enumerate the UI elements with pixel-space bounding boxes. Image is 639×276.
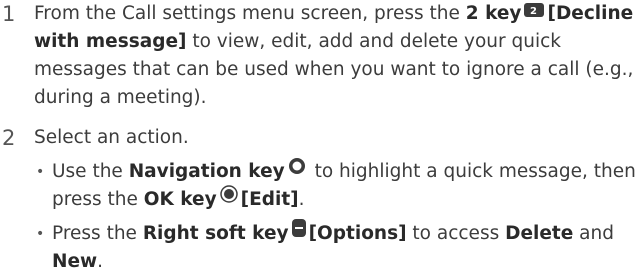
navigation-key-label: Navigation key	[128, 161, 285, 182]
instruction-document: 1 From the Call settings menu screen, pr…	[0, 0, 639, 276]
navigation-key-icon	[288, 156, 306, 184]
svg-text:2: 2	[530, 6, 537, 17]
list-item: • Use the Navigation key to highlight a …	[34, 158, 639, 214]
step-1-text: From the Call settings menu screen, pres…	[34, 0, 636, 112]
list-item: • Press the Right soft key [Options] to a…	[34, 218, 639, 276]
delete-label: Delete	[505, 223, 574, 244]
step-number: 1	[2, 2, 16, 26]
ok-key-label: OK key	[143, 189, 217, 210]
options-label: [Options]	[308, 223, 407, 244]
step-number: 2	[2, 126, 16, 150]
step-2: 2 Select an action.	[0, 124, 639, 152]
new-label: New	[52, 251, 98, 272]
step-1: 1 From the Call settings menu screen, pr…	[0, 0, 639, 112]
right-soft-key-label: Right soft key	[142, 223, 289, 244]
ok-key-icon	[219, 184, 238, 212]
edit-label: [Edit]	[240, 189, 299, 210]
number-2-key-icon: 2	[524, 0, 545, 26]
bullet-icon: •	[36, 226, 45, 242]
step-2-title: Select an action.	[34, 127, 189, 148]
right-soft-key-icon	[291, 218, 306, 246]
key-2-label: 2 key	[465, 3, 522, 24]
action-list: • Use the Navigation key to highlight a …	[0, 158, 639, 276]
bullet-icon: •	[36, 164, 45, 180]
